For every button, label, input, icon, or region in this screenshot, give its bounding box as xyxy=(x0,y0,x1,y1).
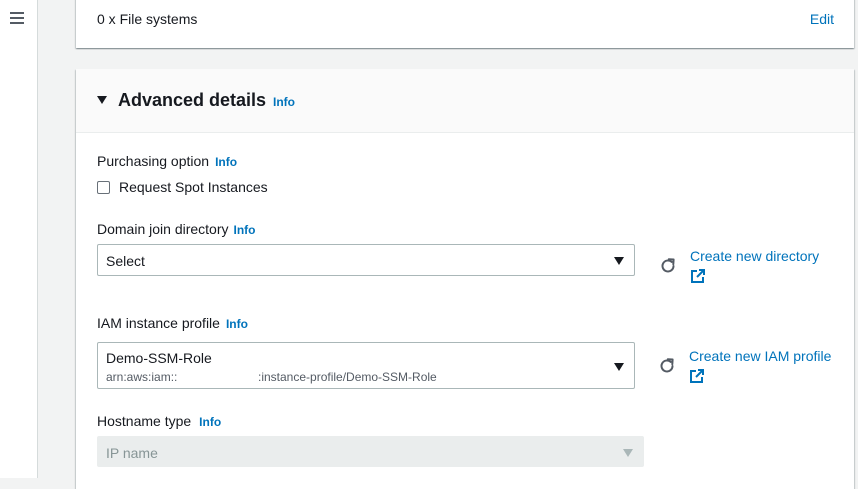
advanced-details-title[interactable]: Advanced details xyxy=(118,90,266,111)
create-new-iam-profile-label: Create new IAM profile xyxy=(689,348,832,364)
iam-profile-selected-value: Demo-SSM-Role xyxy=(106,350,212,366)
storage-summary-card: 0 x File systems Edit xyxy=(76,0,854,48)
iam-instance-profile-label: IAM instance profile Info xyxy=(97,315,248,331)
refresh-icon[interactable] xyxy=(657,356,677,376)
external-link-icon xyxy=(691,269,705,283)
domain-join-info-link[interactable]: Info xyxy=(234,223,256,237)
file-systems-summary: 0 x File systems xyxy=(97,11,198,27)
iam-instance-profile-label-text: IAM instance profile xyxy=(97,315,220,331)
purchasing-option-label: Purchasing option Info xyxy=(97,153,237,169)
caret-down-icon xyxy=(614,257,624,265)
domain-join-label: Domain join directory Info xyxy=(97,221,256,237)
request-spot-instances-checkbox[interactable] xyxy=(97,180,110,194)
external-link-icon xyxy=(690,369,704,383)
domain-join-selected-value: Select xyxy=(106,253,145,269)
caret-down-icon xyxy=(614,363,624,371)
hostname-type-label: Hostname type Info xyxy=(97,413,221,429)
iam-instance-profile-info-link[interactable]: Info xyxy=(226,317,248,331)
create-new-directory-link[interactable]: Create new directory xyxy=(690,246,819,284)
iam-profile-arn-suffix: :instance-profile/Demo-SSM-Role xyxy=(258,370,437,384)
side-navigation-rail xyxy=(0,0,38,478)
caret-down-icon xyxy=(623,449,633,457)
domain-join-directory-select[interactable]: Select xyxy=(97,244,635,276)
domain-join-label-text: Domain join directory xyxy=(97,221,229,237)
request-spot-instances-label: Request Spot Instances xyxy=(119,179,268,195)
advanced-details-header: Advanced details Info xyxy=(76,69,854,133)
caret-down-icon[interactable] xyxy=(97,96,107,104)
purchasing-option-label-text: Purchasing option xyxy=(97,153,210,169)
edit-file-systems-link[interactable]: Edit xyxy=(810,11,834,27)
purchasing-option-info-link[interactable]: Info xyxy=(215,155,237,169)
hostname-type-label-text: Hostname type xyxy=(97,413,192,429)
hostname-type-info-link[interactable]: Info xyxy=(199,415,221,429)
create-new-iam-profile-link[interactable]: Create new IAM profile xyxy=(689,346,831,384)
hostname-type-select[interactable]: IP name xyxy=(97,436,644,467)
hostname-type-selected-value: IP name xyxy=(106,445,158,461)
create-new-directory-label: Create new directory xyxy=(690,248,820,264)
iam-profile-arn-prefix: arn:aws:iam:: xyxy=(106,370,178,384)
advanced-details-panel: Advanced details Info Purchasing option I… xyxy=(76,69,854,489)
advanced-details-info-link[interactable]: Info xyxy=(273,95,295,109)
iam-instance-profile-select[interactable]: Demo-SSM-Role arn:aws:iam:: :instance-pr… xyxy=(97,342,635,389)
menu-icon[interactable] xyxy=(10,12,24,24)
request-spot-instances-option[interactable]: Request Spot Instances xyxy=(97,179,268,195)
refresh-icon[interactable] xyxy=(658,256,678,276)
